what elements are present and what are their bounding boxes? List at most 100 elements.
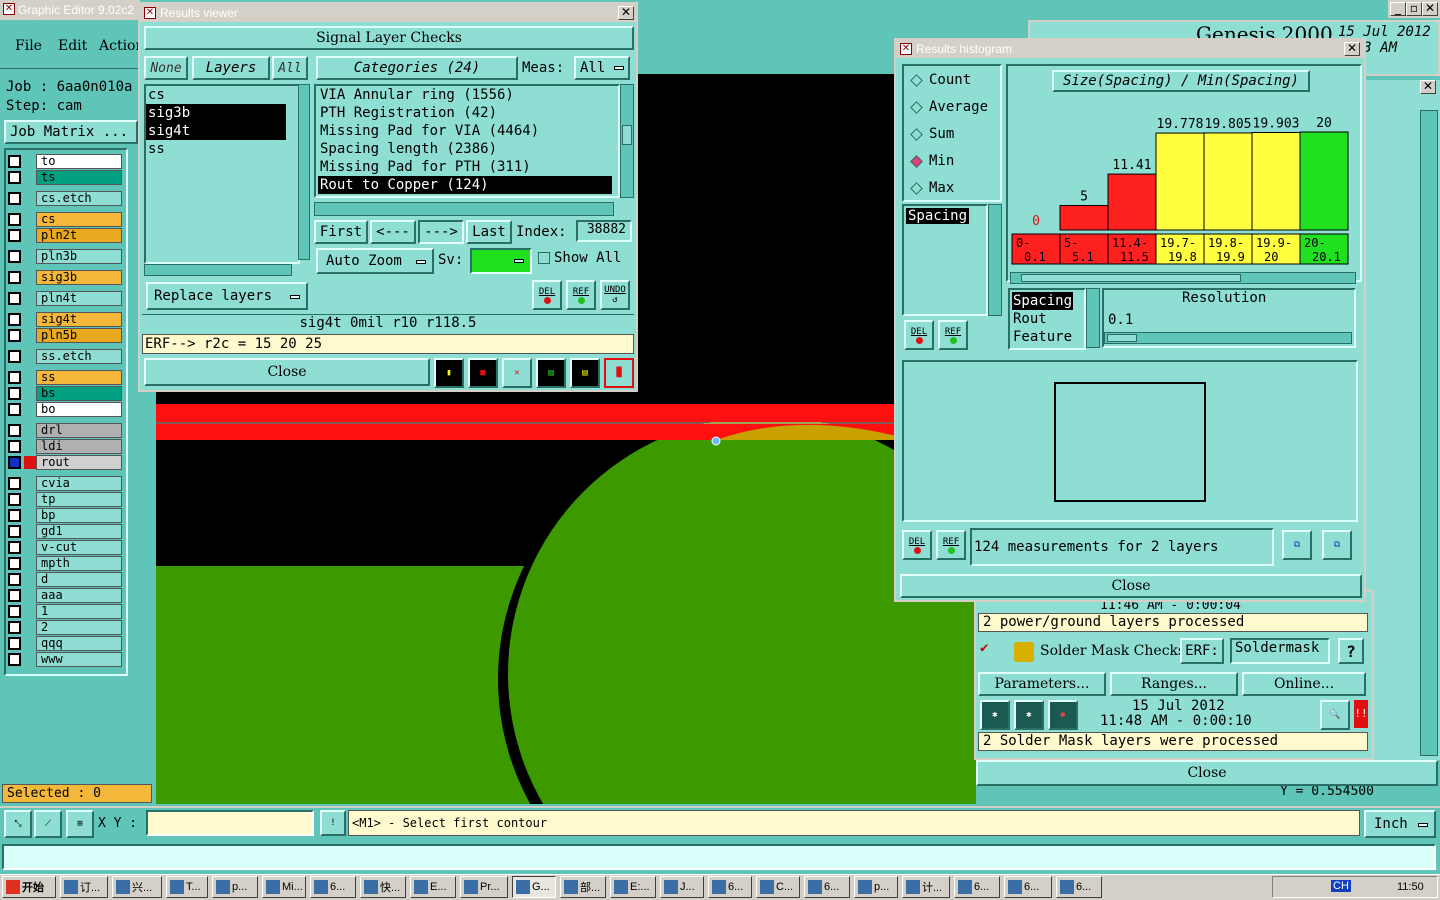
category-item[interactable]: Missing Pad for PTH (311) bbox=[318, 158, 612, 176]
layer-row[interactable]: bs bbox=[4, 386, 124, 401]
layer-checkbox[interactable] bbox=[8, 637, 21, 650]
layer-row[interactable]: qqq bbox=[4, 636, 124, 651]
layer-name[interactable]: ss.etch bbox=[36, 349, 122, 364]
maximize-button[interactable]: ▫ bbox=[1406, 2, 1422, 16]
layer-checkbox[interactable] bbox=[8, 653, 21, 666]
replace-layers-select[interactable]: Replace layers bbox=[146, 282, 308, 310]
layer-checkbox[interactable] bbox=[8, 509, 21, 522]
stat-option[interactable]: Min bbox=[908, 151, 954, 171]
layer-row[interactable]: mpth bbox=[4, 556, 124, 571]
radio-diamond-icon[interactable] bbox=[910, 100, 923, 114]
hist-list-item[interactable]: Spacing bbox=[906, 208, 970, 224]
layer-name[interactable]: cvia bbox=[36, 476, 122, 491]
layer-row[interactable]: pln4t bbox=[4, 291, 124, 306]
layer-name[interactable]: www bbox=[36, 652, 122, 667]
histogram-bar[interactable] bbox=[1059, 205, 1109, 231]
layer-checkbox[interactable] bbox=[8, 557, 21, 570]
layer-checkbox[interactable] bbox=[8, 525, 21, 538]
layer-name[interactable]: to bbox=[36, 154, 122, 169]
next-button[interactable]: ---> bbox=[418, 220, 464, 244]
units-select[interactable]: Inch bbox=[1364, 810, 1436, 838]
layer-row[interactable]: bp bbox=[4, 508, 124, 523]
rv-ref-button[interactable]: REF bbox=[566, 280, 596, 310]
layer-row[interactable]: www bbox=[4, 652, 124, 667]
stop-run-icon[interactable]: ✱ bbox=[1048, 700, 1078, 730]
export-all-icon[interactable]: ⧉ bbox=[1322, 530, 1352, 560]
taskbar-item[interactable]: 6... bbox=[310, 876, 356, 898]
layer-checkbox[interactable] bbox=[8, 589, 21, 602]
layer-checkbox[interactable] bbox=[8, 271, 21, 284]
layer-row[interactable]: d bbox=[4, 572, 124, 587]
layer-name[interactable]: ldi bbox=[36, 439, 122, 454]
category-item[interactable]: Spacing length (2386) bbox=[318, 140, 612, 158]
layer-checkbox[interactable] bbox=[8, 440, 21, 453]
ranges-button[interactable]: Ranges... bbox=[1110, 672, 1238, 696]
layer-result-list[interactable]: cs sig3b sig4t ss bbox=[144, 84, 300, 264]
layer-row[interactable]: cs.etch bbox=[4, 191, 124, 206]
stat-option[interactable]: Count bbox=[908, 70, 971, 90]
layer-checkbox[interactable] bbox=[8, 329, 21, 342]
category-item[interactable]: PTH Registration (42) bbox=[318, 104, 612, 122]
category-item[interactable]: VIA Annular ring (1556) bbox=[318, 86, 612, 104]
checks-close-button[interactable]: Close bbox=[976, 760, 1438, 786]
layer-name[interactable]: sig3b bbox=[36, 270, 122, 285]
none-button[interactable]: None bbox=[144, 56, 188, 80]
histogram-bar[interactable] bbox=[1203, 132, 1253, 231]
taskbar-item[interactable]: p... bbox=[854, 876, 898, 898]
taskbar-item[interactable]: T... bbox=[166, 876, 208, 898]
layer-row[interactable]: ts bbox=[4, 170, 124, 185]
histogram-bar[interactable] bbox=[1107, 173, 1157, 231]
categories-list[interactable]: VIA Annular ring (1556) PTH Registration … bbox=[314, 84, 620, 198]
show-all-checkbox[interactable] bbox=[538, 252, 550, 264]
measure-item[interactable]: Spacing bbox=[1012, 292, 1074, 310]
layer-row[interactable]: cs bbox=[4, 212, 124, 227]
prev-button[interactable]: <--- bbox=[370, 220, 416, 244]
layer-checkbox[interactable] bbox=[8, 213, 21, 226]
xy-input[interactable] bbox=[146, 810, 314, 836]
layer-name[interactable]: bs bbox=[36, 386, 122, 401]
layer-name[interactable]: ss bbox=[36, 370, 122, 385]
taskbar-item[interactable]: 计... bbox=[902, 876, 950, 898]
layer-row[interactable]: to bbox=[4, 154, 124, 169]
result-layer-item[interactable]: cs bbox=[146, 86, 286, 104]
layer-checkbox[interactable] bbox=[8, 477, 21, 490]
measure-item[interactable]: Feature bbox=[1012, 328, 1073, 346]
layer-name[interactable]: mpth bbox=[36, 556, 122, 571]
layer-row[interactable]: sig4t bbox=[4, 312, 124, 327]
layer-checkbox[interactable] bbox=[8, 155, 21, 168]
right-panel-close[interactable]: ✕ bbox=[1420, 80, 1436, 94]
layer-list-vscroll[interactable] bbox=[298, 84, 310, 260]
taskbar-item[interactable]: E... bbox=[410, 876, 456, 898]
info-icon[interactable]: ! bbox=[320, 810, 346, 836]
layer-checkbox[interactable] bbox=[8, 229, 21, 242]
job-matrix-button[interactable]: Job Matrix ... bbox=[4, 120, 138, 144]
layer-checkbox[interactable] bbox=[8, 250, 21, 263]
layer-checkbox[interactable] bbox=[8, 493, 21, 506]
rv-close-button[interactable]: Close bbox=[144, 358, 430, 386]
layer-row[interactable]: v-cut bbox=[4, 540, 124, 555]
sv-color-select[interactable] bbox=[470, 248, 532, 274]
layer-checkbox[interactable] bbox=[8, 171, 21, 184]
right-scrollbar[interactable] bbox=[1420, 110, 1438, 756]
layer-checkbox[interactable] bbox=[8, 424, 21, 437]
chart-hscroll[interactable] bbox=[1010, 272, 1356, 284]
layer-row[interactable]: 1 bbox=[4, 604, 124, 619]
layer-name[interactable]: gd1 bbox=[36, 524, 122, 539]
online-button[interactable]: Online... bbox=[1242, 672, 1366, 696]
layer-checkbox[interactable] bbox=[8, 292, 21, 305]
measure-icon[interactable]: ⟋ bbox=[34, 810, 62, 838]
menu-file[interactable]: File bbox=[15, 38, 42, 54]
menu-edit[interactable]: Edit bbox=[58, 38, 87, 54]
taskbar-item[interactable]: C... bbox=[756, 876, 800, 898]
hist-list-vscroll[interactable] bbox=[988, 204, 1002, 316]
stat-option[interactable]: Average bbox=[908, 97, 988, 117]
rv-del-button[interactable]: DEL bbox=[532, 280, 562, 310]
help-button[interactable]: ? bbox=[1338, 638, 1364, 664]
categories-vscroll[interactable] bbox=[620, 84, 634, 198]
zoom-icon[interactable]: 🔍 bbox=[1320, 700, 1350, 730]
taskbar-item[interactable]: G... bbox=[512, 876, 556, 898]
taskbar-item[interactable]: 6... bbox=[1056, 876, 1102, 898]
layer-name[interactable]: 2 bbox=[36, 620, 122, 635]
radio-diamond-icon[interactable] bbox=[910, 181, 923, 195]
histogram-close-button[interactable]: Close bbox=[900, 574, 1362, 598]
